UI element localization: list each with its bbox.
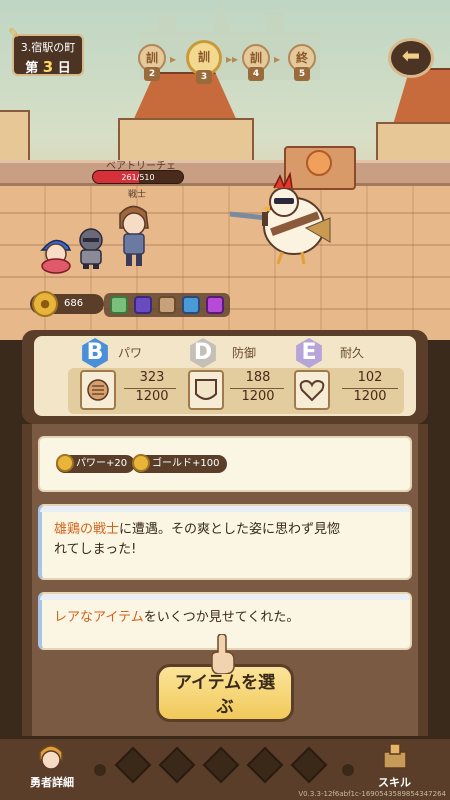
progress-node-5: 終5 [288,44,316,81]
stat-value-defense: 188 [245,370,271,385]
hero-details-button[interactable]: 勇者詳細 [30,774,74,790]
arrow-right-icon: ▸ [170,52,177,66]
coin-icon: ● [32,291,58,317]
stat-label-endurance: 耐久 [340,346,365,360]
house [0,110,30,162]
stat-value-power: 323 [139,370,165,385]
power-icon [56,454,74,472]
reward-chip-gold: ゴールド+100 [132,454,228,473]
hp-text: 261/510 [121,173,155,182]
potion-item-icon[interactable] [182,296,200,314]
stat-max-power: 1200 [124,388,180,404]
capped-companion[interactable] [36,234,76,274]
skill-book-icon[interactable] [378,740,412,774]
stat-value-endurance: 102 [357,370,383,385]
hero-portrait-icon[interactable] [34,740,68,774]
enemy-class: 戦士 [128,190,147,200]
enemy-hp-bar: 261/510 [92,170,184,184]
arrow-right-icon: ▸▸ [226,52,239,66]
progress-node-4: 訓4 [242,44,270,81]
message-text-2: レアなアイテムをいくつか見せてくれた。 [54,610,300,625]
hero-warrior[interactable] [110,200,156,270]
hammer-item-icon[interactable] [158,296,176,314]
rooster-warrior[interactable] [226,168,336,268]
stat-label-power: パワ [118,346,143,360]
progress-node-3: 訓3 [186,40,222,84]
stat-max-defense: 1200 [230,388,286,404]
stone-wall [0,160,450,186]
arrow-left-icon: ⬅ [401,44,421,69]
coin-icon [132,454,150,472]
fist-icon [80,370,116,410]
day-counter: 第 3 日 [25,58,71,76]
reward-chip-power: パワー+20 [56,454,136,473]
location-name: 3.宿駅の町 [20,41,76,54]
pencil-icon: ✎ [8,26,20,42]
arrow-right-icon: ▸ [274,52,281,66]
message-text-1: 雄鶏の戦士に遭遇。その爽とした姿に思わず見惚 れてしまった! [54,522,341,557]
gem-item-icon[interactable] [206,296,224,314]
stat-max-endurance: 1200 [342,388,398,404]
armored-knight[interactable] [74,226,108,270]
crystal-item-icon[interactable] [134,296,152,314]
shield-icon [188,370,224,410]
leaf-item-icon[interactable] [110,296,128,314]
back-button[interactable]: ⬅ [388,38,434,78]
game-screen: 3.宿駅の町 第 3 日 ✎ 訓2 ▸ 訓3 ▸▸ 訓4 ▸ 終5 ⬅ ベアトリ… [0,0,450,800]
stat-label-defense: 防御 [232,346,257,360]
house [376,122,450,164]
skill-button[interactable]: スキル [378,774,411,790]
progress-node-2: 訓2 [138,44,166,81]
pointing-hand-icon [211,634,235,674]
version-text: V0.3.3-12f6abf1c-1690543589854347264 [298,790,446,798]
heart-icon [294,370,330,410]
